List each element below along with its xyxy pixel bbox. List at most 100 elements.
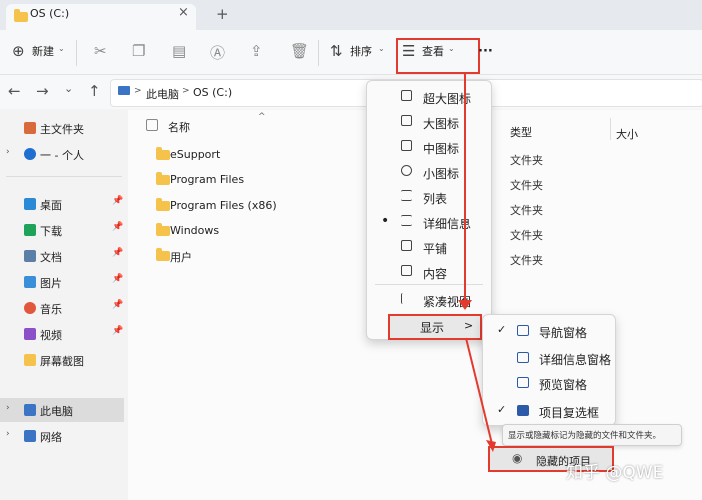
pin-icon: 📌 (112, 196, 124, 206)
sidebar-item-screenshots[interactable]: 屏幕截图 (0, 348, 126, 372)
tab-close-button[interactable]: × (178, 5, 189, 20)
rename-icon[interactable]: Ⓐ (210, 42, 225, 63)
table-row[interactable]: Windows (170, 224, 219, 237)
view-button[interactable]: 查看 (422, 43, 444, 59)
table-row[interactable]: 用户 (170, 249, 192, 265)
watermark: 知乎 @QWE (566, 463, 664, 483)
table-row[interactable]: eSupport (170, 148, 220, 161)
table-row[interactable]: Program Files (x86) (170, 199, 277, 212)
column-header-name[interactable]: 名称 (168, 119, 190, 135)
column-header-type[interactable]: 类型 (510, 124, 532, 140)
chevron-down-icon: ⌄ (378, 44, 385, 53)
sidebar-item-network[interactable]: › 网络 (0, 424, 126, 448)
pin-icon: 📌 (112, 222, 124, 232)
forward-icon[interactable]: → (36, 82, 49, 100)
sidebar-item-desktop[interactable]: 桌面 📌 (0, 192, 126, 216)
folder-icon (24, 354, 36, 366)
sidebar-item-personal[interactable]: › 一 - 个人 (0, 142, 126, 166)
sidebar-item-label: 下载 (40, 225, 62, 238)
copy-icon[interactable]: ❐ (132, 42, 145, 60)
selected-bullet: • (381, 213, 390, 229)
more-button[interactable]: ··· (478, 44, 493, 59)
pin-icon: 📌 (112, 300, 124, 310)
document-icon (24, 250, 36, 262)
paste-icon[interactable]: ▤ (172, 42, 186, 60)
menu-item-label: 列表 (423, 192, 448, 206)
menu-item-extra-large-icons[interactable]: 超大图标 (367, 85, 491, 109)
menu-item-tiles[interactable]: 平铺 (367, 235, 491, 259)
row-type: 文件夹 (510, 179, 543, 192)
folder-icon (156, 223, 170, 236)
delete-icon[interactable]: 🗑 (290, 42, 309, 60)
sidebar-item-videos[interactable]: 视频 📌 (0, 322, 126, 346)
recent-chevron-icon[interactable]: ⌄ (64, 82, 73, 95)
row-type: 文件夹 (510, 229, 543, 242)
submenu-item-checkboxes[interactable]: ✓ 项目复选框 (483, 399, 615, 423)
divider (6, 176, 122, 177)
up-icon[interactable]: ↑ (88, 82, 101, 100)
annotation-arrowhead (458, 300, 472, 310)
menu-item-label: 中图标 (423, 142, 460, 156)
sidebar-item-this-pc[interactable]: › 此电脑 (0, 398, 124, 422)
menu-item-compact-view[interactable]: 紧凑视图 (367, 288, 491, 312)
check-icon: ✓ (497, 323, 507, 336)
select-all-checkbox[interactable] (146, 119, 158, 131)
content-icon (401, 265, 412, 276)
menu-item-large-icons[interactable]: 大图标 (367, 110, 491, 134)
menu-item-medium-icons[interactable]: 中图标 (367, 135, 491, 159)
view-icon: ☰ (402, 42, 416, 60)
breadcrumb-os-c[interactable]: OS (C:) (193, 86, 232, 99)
navigation-pane: 主文件夹 › 一 - 个人 桌面 📌 下载 📌 文档 📌 图片 📌 音乐 📌 视… (0, 110, 128, 500)
chevron-right-icon: > (464, 319, 474, 332)
chevron-down-icon: ⌄ (448, 44, 455, 53)
annotation-arrow (464, 74, 466, 306)
tiles-icon (401, 240, 412, 251)
menu-item-small-icons[interactable]: 小图标 (367, 160, 491, 184)
folder-icon (156, 248, 170, 261)
details-pane-icon (517, 352, 529, 363)
sidebar-item-label: 文档 (40, 251, 62, 264)
menu-item-content[interactable]: 内容 (367, 260, 491, 284)
sidebar-item-documents[interactable]: 文档 📌 (0, 244, 126, 268)
table-row[interactable]: Program Files (170, 173, 244, 186)
back-icon[interactable]: ← (8, 82, 21, 100)
column-header-size[interactable]: 大小 (616, 126, 638, 142)
chevron-down-icon: ⌄ (58, 44, 65, 53)
submenu-item-label: 项目复选框 (539, 406, 600, 420)
drive-icon (14, 9, 28, 22)
menu-item-details[interactable]: • 详细信息 (367, 210, 491, 234)
home-icon (24, 122, 36, 134)
show-submenu: ✓ 导航窗格 详细信息窗格 预览窗格 ✓ 项目复选框 (482, 314, 616, 426)
new-button[interactable]: 新建 (32, 43, 54, 59)
cut-icon[interactable]: ✂ (94, 42, 107, 60)
menu-item-label: 平铺 (423, 242, 448, 256)
submenu-item-preview-pane[interactable]: 预览窗格 (483, 371, 615, 395)
pin-icon: 📌 (112, 274, 124, 284)
view-menu: 超大图标 大图标 中图标 小图标 列表 • 详细信息 平铺 内容 紧凑视图 (366, 80, 492, 340)
sidebar-item-music[interactable]: 音乐 📌 (0, 296, 126, 320)
desktop-icon (24, 198, 36, 210)
monitor-icon (401, 115, 412, 126)
video-icon (24, 328, 36, 340)
sidebar-item-home[interactable]: 主文件夹 (0, 116, 126, 140)
network-icon (24, 430, 36, 442)
breadcrumb-this-pc[interactable]: 此电脑 (146, 86, 179, 102)
expand-chevron-icon[interactable]: › (6, 147, 10, 157)
share-icon[interactable]: ⇪ (250, 42, 263, 60)
add-icon: ⊕ (12, 42, 25, 60)
folder-icon (156, 198, 170, 211)
expand-chevron-icon[interactable]: › (6, 429, 10, 439)
menu-item-list[interactable]: 列表 (367, 185, 491, 209)
separator (318, 40, 319, 66)
new-tab-button[interactable]: + (216, 5, 229, 23)
submenu-item-details-pane[interactable]: 详细信息窗格 (483, 346, 615, 370)
expand-chevron-icon[interactable]: › (6, 403, 10, 413)
monitor-icon (401, 140, 412, 151)
menu-item-label: 小图标 (423, 167, 460, 181)
annotation-arrow-2 (465, 337, 496, 452)
sort-button[interactable]: 排序 (350, 43, 372, 59)
submenu-item-navigation-pane[interactable]: ✓ 导航窗格 (483, 319, 615, 343)
compact-view-icon (401, 293, 412, 304)
sidebar-item-downloads[interactable]: 下载 📌 (0, 218, 126, 242)
sidebar-item-pictures[interactable]: 图片 📌 (0, 270, 126, 294)
